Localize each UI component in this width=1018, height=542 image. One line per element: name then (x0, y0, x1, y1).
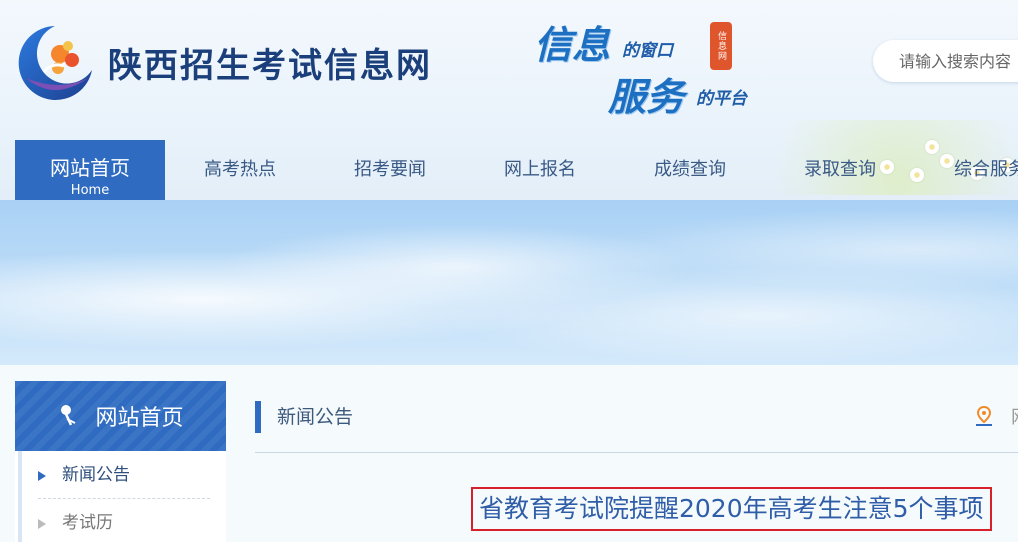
location-icon (976, 405, 992, 426)
nav-item-scores[interactable]: 成绩查询 (615, 140, 765, 200)
nav-item-label: 网站首页 (50, 156, 130, 180)
nav-item-admission[interactable]: 录取查询 (765, 140, 915, 200)
sidebar-item-label: 新闻公告 (62, 465, 130, 485)
slogan-line2-small: 的平台 (696, 89, 747, 109)
nav-item-home[interactable]: 网站首页 Home (15, 140, 165, 200)
main-panel: 新闻公告 网 省教育考试院提醒2020年高考生注意5个事项 (255, 381, 1018, 542)
sidebar-item-news[interactable]: 新闻公告 (38, 451, 210, 499)
site-header: 陕西招生考试信息网 信息 的窗口 信息网 服务 的平台 网站首页 Home 高考… (0, 0, 1018, 200)
article-title[interactable]: 省教育考试院提醒2020年高考生注意5个事项 (471, 487, 992, 531)
divider (255, 452, 1018, 453)
nav-item-registration[interactable]: 网上报名 (465, 140, 615, 200)
main-nav: 网站首页 Home 高考热点 招考要闻 网上报名 成绩查询 录取查询 综合服务 (0, 140, 1018, 200)
arrow-right-icon (38, 519, 46, 529)
pin-icon (61, 405, 76, 426)
slogan-graphic: 信息 的窗口 信息网 服务 的平台 (534, 14, 774, 119)
slogan-line1-big: 信息 (534, 22, 611, 67)
search-box[interactable] (873, 40, 1018, 82)
sidebar: 网站首页 新闻公告 考试历 (15, 381, 226, 542)
content-area: 网站首页 新闻公告 考试历 新闻公告 网 省教育考试院提醒2020年高考生注意5… (0, 365, 1018, 542)
sidebar-title: 网站首页 (95, 406, 184, 431)
nav-item-gaokao-hot[interactable]: 高考热点 (165, 140, 315, 200)
breadcrumb[interactable]: 网 (1011, 403, 1018, 429)
nav-item-sublabel: Home (70, 183, 110, 198)
sidebar-header: 网站首页 (15, 381, 226, 451)
slogan-seal: 信息网 (710, 22, 732, 70)
nav-item-news[interactable]: 招考要闻 (315, 140, 465, 200)
section-title: 新闻公告 (255, 401, 353, 433)
site-logo-icon[interactable] (14, 22, 96, 104)
sidebar-item-exam-calendar[interactable]: 考试历 (38, 499, 210, 542)
slogan-line2-big: 服务 (608, 74, 685, 119)
sidebar-list: 新闻公告 考试历 (18, 451, 226, 542)
sidebar-item-label: 考试历 (62, 513, 113, 533)
site-title[interactable]: 陕西招生考试信息网 (108, 38, 432, 87)
arrow-right-icon (38, 471, 46, 481)
nav-item-services[interactable]: 综合服务 (915, 140, 1018, 200)
sky-banner (0, 200, 1018, 365)
search-input[interactable] (873, 40, 1018, 82)
slogan-line1-small: 的窗口 (622, 41, 673, 61)
